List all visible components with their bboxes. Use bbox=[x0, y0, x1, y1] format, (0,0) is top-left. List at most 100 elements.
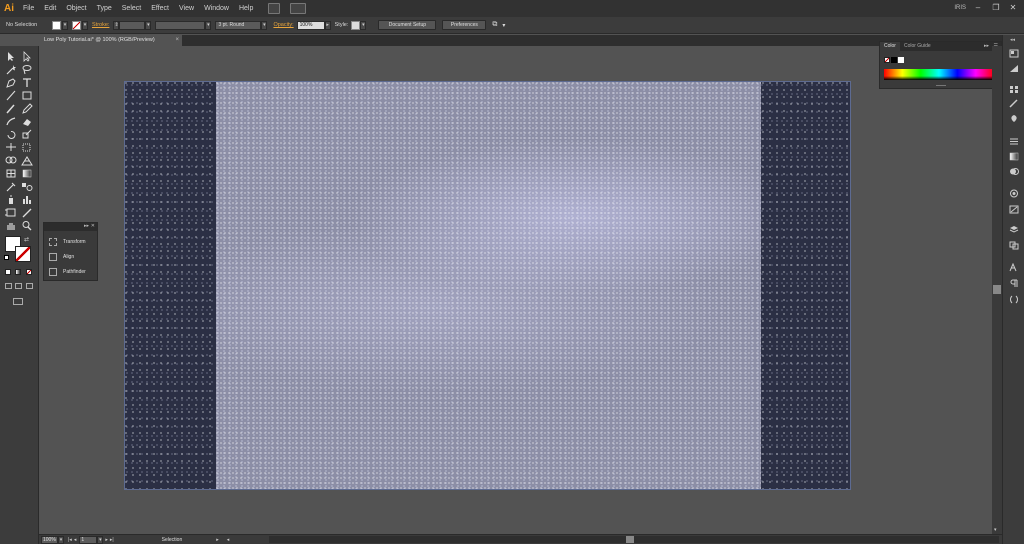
black-swatch[interactable] bbox=[891, 57, 897, 63]
vertical-scrollbar[interactable]: ▾ bbox=[992, 46, 1002, 534]
arrange-icon[interactable]: ⧉ bbox=[492, 21, 497, 29]
panel-drag-bar[interactable]: ▸▸ ✕ bbox=[44, 223, 97, 231]
scale-tool-icon[interactable] bbox=[21, 129, 33, 140]
hand-tool-icon[interactable] bbox=[5, 220, 17, 231]
milky-way-image[interactable] bbox=[216, 82, 761, 489]
magic-wand-tool-icon[interactable] bbox=[5, 64, 17, 75]
brush-dropdown[interactable]: ▾ bbox=[261, 20, 268, 30]
fill-swatch[interactable] bbox=[52, 20, 61, 30]
none-color-swatch[interactable] bbox=[884, 57, 890, 63]
status-menu-icon[interactable]: ▸ bbox=[216, 537, 219, 543]
zoom-level-field[interactable]: 100% bbox=[41, 535, 58, 544]
opacity-field[interactable]: 100% bbox=[296, 20, 325, 30]
expand-dock-icon[interactable]: ◂◂ bbox=[1010, 37, 1015, 43]
opacity-dropdown[interactable]: ▸ bbox=[324, 20, 331, 30]
tab-color[interactable]: Color bbox=[880, 42, 900, 51]
panel-item-pathfinder[interactable]: Pathfinder bbox=[49, 267, 86, 277]
default-colors-icon[interactable] bbox=[4, 255, 9, 260]
gradient-tool-icon[interactable] bbox=[21, 168, 33, 179]
symbol-sprayer-tool-icon[interactable] bbox=[5, 194, 17, 205]
mesh-tool-icon[interactable] bbox=[5, 168, 17, 179]
menu-window[interactable]: Window bbox=[199, 0, 234, 17]
document-tab[interactable]: Low Poly Tutorial.ai* @ 100% (RGB/Previe… bbox=[39, 35, 182, 46]
draw-behind-icon[interactable] bbox=[15, 283, 22, 289]
artboards-icon[interactable] bbox=[1009, 241, 1019, 250]
collapse-panel-icon[interactable]: ▸▸ bbox=[984, 43, 989, 49]
fill-dropdown[interactable]: ▾ bbox=[62, 20, 68, 30]
first-artboard-icon[interactable]: |◂ bbox=[68, 537, 72, 543]
stroke-label[interactable]: Stroke: bbox=[92, 22, 109, 28]
blob-brush-tool-icon[interactable] bbox=[5, 116, 17, 127]
menu-edit[interactable]: Edit bbox=[39, 0, 61, 17]
menu-help[interactable]: Help bbox=[234, 0, 258, 17]
panel-menu-icon[interactable]: ▾ bbox=[502, 22, 505, 29]
menu-object[interactable]: Object bbox=[61, 0, 91, 17]
column-graph-tool-icon[interactable] bbox=[21, 194, 33, 205]
pencil-tool-icon[interactable] bbox=[21, 103, 33, 114]
stroke-weight-dropdown[interactable]: ▾ bbox=[145, 20, 152, 30]
color-guide-icon[interactable] bbox=[1009, 64, 1019, 73]
graphic-styles-icon[interactable] bbox=[1009, 205, 1019, 214]
workspace-switcher[interactable]: IRIS bbox=[954, 0, 966, 17]
scroll-left-icon[interactable]: ◂ bbox=[227, 537, 230, 543]
blend-tool-icon[interactable] bbox=[21, 181, 33, 192]
variable-width-dropdown[interactable]: ▾ bbox=[205, 20, 212, 30]
perspective-grid-tool-icon[interactable] bbox=[21, 155, 33, 166]
paragraph-icon[interactable] bbox=[1009, 279, 1019, 288]
width-tool-icon[interactable] bbox=[5, 142, 17, 153]
draw-normal-icon[interactable] bbox=[5, 283, 12, 289]
current-tool-status[interactable]: Selection bbox=[162, 537, 183, 543]
layers-icon[interactable] bbox=[1009, 225, 1019, 234]
transparency-icon[interactable] bbox=[1009, 167, 1019, 176]
eyedropper-tool-icon[interactable] bbox=[5, 181, 17, 192]
line-tool-icon[interactable] bbox=[5, 90, 17, 101]
draw-inside-icon[interactable] bbox=[26, 283, 33, 289]
stroke-weight-field[interactable] bbox=[119, 20, 146, 30]
arrange-documents-icon[interactable] bbox=[290, 3, 307, 14]
horizontal-scroll-thumb[interactable] bbox=[626, 536, 634, 543]
minimize-icon[interactable]: – bbox=[972, 3, 984, 13]
restore-icon[interactable]: ❐ bbox=[990, 3, 1002, 13]
screen-mode-icon[interactable] bbox=[13, 298, 23, 305]
stroke-color-swatch[interactable] bbox=[15, 246, 31, 262]
brushes-icon[interactable] bbox=[1009, 99, 1019, 108]
close-panel-icon[interactable]: ✕ bbox=[91, 223, 95, 229]
zoom-tool-icon[interactable] bbox=[21, 220, 33, 231]
stroke-swatch[interactable] bbox=[72, 20, 81, 30]
symbols-icon[interactable] bbox=[1009, 114, 1019, 123]
last-artboard-icon[interactable]: ▸| bbox=[110, 537, 114, 543]
free-transform-tool-icon[interactable] bbox=[21, 142, 33, 153]
rotate-tool-icon[interactable] bbox=[5, 129, 17, 140]
pen-tool-icon[interactable] bbox=[5, 77, 17, 88]
previous-artboard-icon[interactable]: ◂ bbox=[74, 537, 77, 543]
panel-item-align[interactable]: Align bbox=[49, 252, 74, 262]
selection-tool-icon[interactable] bbox=[5, 51, 17, 62]
color-spectrum[interactable] bbox=[884, 69, 994, 80]
direct-selection-tool-icon[interactable] bbox=[21, 51, 33, 62]
slice-tool-icon[interactable] bbox=[21, 207, 33, 218]
tab-close-icon[interactable]: × bbox=[175, 35, 179, 46]
document-setup-button[interactable]: Document Setup bbox=[378, 20, 437, 30]
menu-effect[interactable]: Effect bbox=[146, 0, 174, 17]
menu-select[interactable]: Select bbox=[117, 0, 146, 17]
horizontal-scrollbar[interactable] bbox=[269, 536, 999, 543]
artboard-dropdown[interactable]: ▾ bbox=[97, 535, 104, 544]
next-artboard-icon[interactable]: ▸ bbox=[105, 537, 108, 543]
panel-item-transform[interactable]: Transform bbox=[49, 237, 86, 247]
canvas-area[interactable] bbox=[39, 46, 992, 534]
appearance-icon[interactable] bbox=[1009, 189, 1019, 198]
paintbrush-tool-icon[interactable] bbox=[5, 103, 17, 114]
stroke-dropdown[interactable]: ▾ bbox=[82, 20, 88, 30]
artboard[interactable] bbox=[124, 81, 851, 490]
eraser-tool-icon[interactable] bbox=[21, 116, 33, 127]
collapse-panel-icon[interactable]: ▸▸ bbox=[84, 223, 89, 229]
swap-fill-stroke-icon[interactable]: ⇄ bbox=[24, 236, 29, 243]
menu-file[interactable]: File bbox=[18, 0, 39, 17]
color-panel-icon[interactable] bbox=[1009, 49, 1019, 58]
brush-field[interactable]: 3 pt. Round bbox=[215, 20, 262, 30]
character-icon[interactable] bbox=[1009, 262, 1019, 272]
tab-color-guide[interactable]: Color Guide bbox=[900, 42, 935, 51]
menu-type[interactable]: Type bbox=[92, 0, 117, 17]
rectangle-tool-icon[interactable] bbox=[21, 90, 33, 101]
zoom-dropdown[interactable]: ▾ bbox=[58, 535, 64, 544]
